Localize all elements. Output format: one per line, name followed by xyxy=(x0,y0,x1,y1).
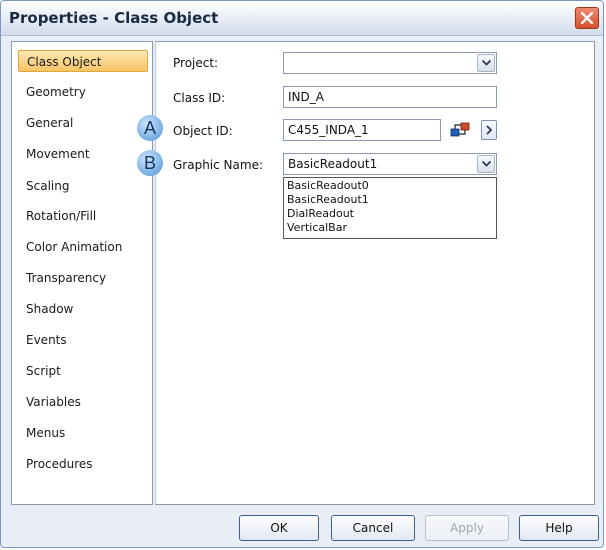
sidebar-item-script[interactable]: Script xyxy=(18,360,148,382)
graphic-name-dropdown-list: BasicReadout0 BasicReadout1 DialReadout … xyxy=(283,177,497,239)
help-button[interactable]: Help xyxy=(519,515,599,541)
ok-button[interactable]: OK xyxy=(239,515,319,541)
sidebar-item-general[interactable]: General xyxy=(18,112,148,134)
title-bar: Properties - Class Object xyxy=(1,1,603,36)
sidebar-item-geometry[interactable]: Geometry xyxy=(18,81,148,103)
graphic-name-select[interactable]: BasicReadout1 xyxy=(283,153,497,175)
apply-button[interactable]: Apply xyxy=(425,515,509,541)
graphic-name-label: Graphic Name: xyxy=(173,158,263,172)
chevron-down-icon xyxy=(482,60,491,66)
dropdown-option[interactable]: BasicReadout1 xyxy=(287,193,369,207)
sidebar-item-events[interactable]: Events xyxy=(18,329,148,351)
project-label: Project: xyxy=(173,56,219,70)
close-button[interactable] xyxy=(575,7,599,29)
object-id-next-button[interactable] xyxy=(481,120,497,140)
sidebar-item-color-animation[interactable]: Color Animation xyxy=(18,236,148,258)
close-icon xyxy=(581,12,593,24)
sidebar-item-procedures[interactable]: Procedures xyxy=(18,453,148,475)
graphic-name-value: BasicReadout1 xyxy=(288,157,378,171)
properties-panel xyxy=(155,41,595,505)
sidebar-item-menus[interactable]: Menus xyxy=(18,422,148,444)
cancel-button[interactable]: Cancel xyxy=(331,515,415,541)
dropdown-option[interactable]: BasicReadout0 xyxy=(287,179,369,193)
object-id-field[interactable]: C455_INDA_1 xyxy=(283,119,441,141)
window-title: Properties - Class Object xyxy=(9,9,219,27)
graphic-name-dropdown-button[interactable] xyxy=(477,155,495,173)
sidebar-item-scaling[interactable]: Scaling xyxy=(18,175,148,197)
sidebar-item-movement[interactable]: Movement xyxy=(18,143,148,165)
object-id-label: Object ID: xyxy=(173,124,233,138)
project-dropdown-button[interactable] xyxy=(477,54,495,72)
callout-a-badge: A xyxy=(137,115,163,141)
chevron-right-icon xyxy=(486,125,493,135)
dropdown-option[interactable]: DialReadout xyxy=(287,207,354,221)
class-id-label: Class ID: xyxy=(173,91,226,105)
object-browser-button[interactable] xyxy=(449,119,471,141)
chevron-down-icon xyxy=(482,161,491,167)
class-id-field[interactable]: IND_A xyxy=(283,86,497,108)
object-browser-icon xyxy=(450,122,470,137)
project-select[interactable] xyxy=(283,52,497,74)
sidebar-item-rotation-fill[interactable]: Rotation/Fill xyxy=(18,205,148,227)
sidebar-item-transparency[interactable]: Transparency xyxy=(18,267,148,289)
callout-b-badge: B xyxy=(137,150,163,176)
dropdown-option[interactable]: VerticalBar xyxy=(287,221,347,235)
category-sidebar: Class Object Geometry General Movement S… xyxy=(11,41,153,505)
properties-window: Properties - Class Object Class Object G… xyxy=(0,0,604,548)
sidebar-item-variables[interactable]: Variables xyxy=(18,391,148,413)
sidebar-item-shadow[interactable]: Shadow xyxy=(18,298,148,320)
sidebar-item-class-object[interactable]: Class Object xyxy=(18,50,148,72)
